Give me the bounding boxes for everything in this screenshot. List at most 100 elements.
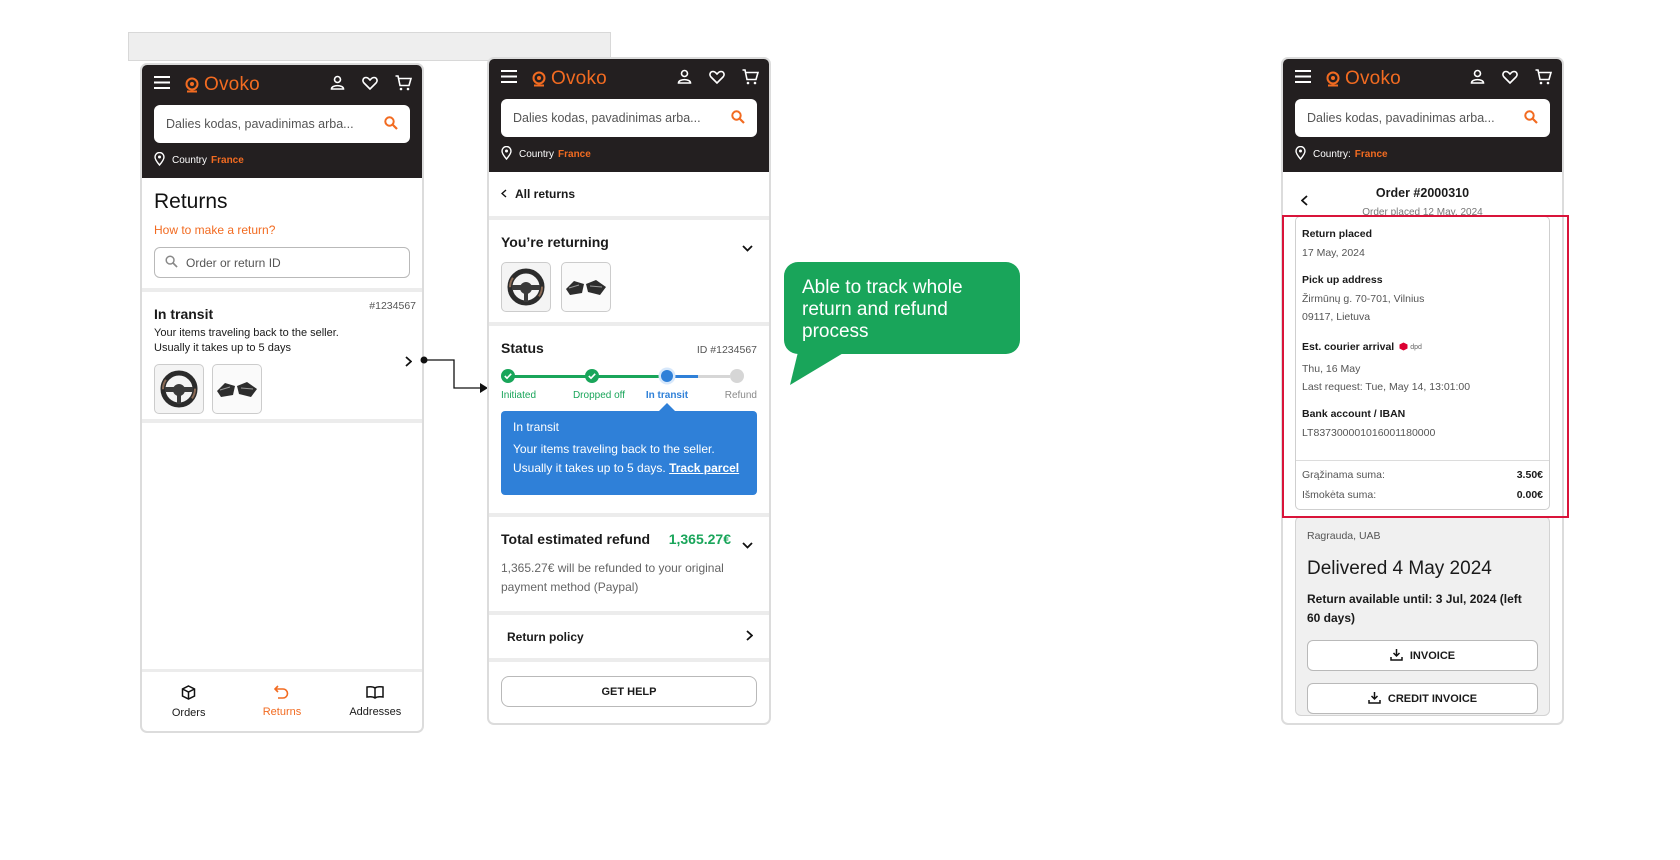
divider [142, 419, 422, 423]
box-icon [181, 684, 196, 703]
order-title: Order #2000310 [1375, 186, 1470, 200]
cart-icon[interactable] [1535, 68, 1553, 90]
ovoko-logo-icon [1326, 71, 1340, 87]
account-icon[interactable] [1470, 69, 1485, 89]
return-card[interactable]: In transit #1234567 Your items traveling… [142, 292, 422, 419]
info-box-pointer [659, 403, 675, 411]
search-input[interactable]: Dalies kodas, pavadinimas arba... [501, 99, 757, 137]
app-header: Ovoko Dalies kodas, pavadinimas arba... … [1283, 59, 1562, 172]
chevron-right-icon [746, 629, 754, 644]
country-value: France [1354, 149, 1388, 160]
search-icon[interactable] [384, 115, 398, 133]
delivery-card: Ragrauda, UAB Delivered 4 May 2024 Retur… [1295, 516, 1550, 716]
credit-invoice-button[interactable]: CREDIT INVOICE [1307, 683, 1538, 714]
status-stepper: Initiated Dropped off In transit Refund [501, 367, 757, 405]
highlight-box [1282, 215, 1569, 518]
callout-text: Able to track whole return and refund pr… [802, 277, 963, 342]
country-selector[interactable]: Country: France [1283, 137, 1562, 172]
invoice-label: INVOICE [1409, 649, 1456, 662]
cart-icon[interactable] [395, 74, 413, 96]
step-line [698, 375, 730, 378]
chevron-down-icon[interactable] [742, 536, 753, 554]
return-policy-label: Return policy [507, 629, 584, 644]
ovoko-logo[interactable]: Ovoko [1325, 68, 1401, 90]
returning-section: You’re returning [489, 220, 769, 322]
search-icon[interactable] [1524, 109, 1538, 127]
location-pin-icon [501, 145, 512, 163]
nav-addresses-label: Addresses [349, 706, 402, 718]
returning-title: You’re returning [501, 234, 609, 250]
country-selector[interactable]: Country France [489, 137, 769, 172]
nav-orders-label: Orders [171, 706, 206, 719]
credit-invoice-label: CREDIT INVOICE [1387, 692, 1478, 705]
nav-returns[interactable]: Returns [235, 672, 328, 731]
app-header: Ovoko Dalies kodas, pavadinimas arba... … [489, 59, 769, 172]
back-to-returns[interactable]: All returns [489, 172, 769, 216]
book-icon [366, 685, 385, 702]
parts-thumbnail [561, 262, 611, 312]
return-policy-row[interactable]: Return policy [489, 615, 769, 658]
return-arrow-icon [274, 685, 289, 702]
location-pin-icon [154, 151, 165, 169]
search-icon[interactable] [731, 109, 745, 127]
chevron-left-icon[interactable] [1300, 193, 1308, 211]
download-icon [1390, 648, 1403, 664]
chevron-down-icon[interactable] [742, 239, 753, 257]
get-help-label: GET HELP [601, 685, 657, 698]
invoice-button[interactable]: INVOICE [1307, 640, 1538, 671]
menu-icon[interactable] [501, 70, 517, 88]
refund-note: 1,365.27€ will be refunded to your origi… [501, 561, 724, 594]
step-done-check-icon [585, 369, 599, 388]
chevron-left-icon [500, 187, 507, 201]
step-line [592, 375, 660, 378]
heart-icon[interactable] [1502, 70, 1518, 89]
app-header: Ovoko Dalies kodas, pavadinimas arba... … [142, 65, 422, 178]
heart-icon[interactable] [362, 76, 378, 95]
refund-amount: 1,365.27€ [668, 531, 731, 547]
account-icon[interactable] [677, 69, 692, 89]
brand-name: Ovoko [551, 68, 607, 89]
step-label-initiated: Initiated [501, 390, 537, 401]
return-available-text: Return available until: 3 Jul, 2024 (lef… [1307, 592, 1522, 625]
return-search-placeholder: Order or return ID [186, 255, 281, 270]
search-icon [165, 254, 178, 271]
country-value: France [558, 149, 591, 160]
page-title: Returns [154, 190, 228, 213]
step-line [508, 375, 592, 378]
how-to-return-link[interactable]: How to make a return? [154, 223, 410, 237]
seller-name: Ragrauda, UAB [1307, 530, 1381, 542]
track-parcel-link[interactable]: Track parcel [669, 461, 739, 475]
nav-addresses[interactable]: Addresses [329, 672, 422, 731]
refund-section: Total estimated refund 1,365.27€ 1,365.2… [489, 517, 769, 611]
return-detail-screen: Ovoko Dalies kodas, pavadinimas arba... … [487, 57, 771, 725]
nav-orders[interactable]: Orders [142, 672, 235, 731]
location-pin-icon [1295, 145, 1306, 163]
search-input[interactable]: Dalies kodas, pavadinimas arba... [1295, 99, 1550, 137]
country-selector[interactable]: Country France [142, 143, 422, 178]
return-id: #1234567 [369, 300, 416, 312]
search-placeholder: Dalies kodas, pavadinimas arba... [166, 117, 354, 131]
chevron-right-icon[interactable] [405, 354, 413, 372]
step-current-dot-icon [658, 367, 676, 390]
delivered-title: Delivered 4 May 2024 [1307, 558, 1492, 579]
country-label: Country [519, 149, 555, 160]
search-input[interactable]: Dalies kodas, pavadinimas arba... [154, 105, 410, 143]
cart-icon[interactable] [742, 68, 760, 90]
nav-returns-label: Returns [262, 706, 302, 718]
ovoko-logo[interactable]: Ovoko [531, 68, 607, 90]
heart-icon[interactable] [709, 70, 725, 89]
status-info-box: In transit Your items traveling back to … [501, 403, 757, 495]
returns-list-screen: Ovoko Dalies kodas, pavadinimas arba... … [140, 63, 424, 733]
get-help-button[interactable]: GET HELP [501, 676, 757, 707]
steering-wheel-thumbnail [154, 364, 204, 414]
menu-icon[interactable] [154, 76, 170, 94]
ovoko-logo[interactable]: Ovoko [184, 74, 260, 96]
return-search-input[interactable]: Order or return ID [154, 247, 410, 278]
country-value: France [211, 155, 244, 166]
status-section: Status ID #1234567 Initiated Dropped off… [489, 326, 769, 513]
menu-icon[interactable] [1295, 70, 1311, 88]
account-icon[interactable] [330, 75, 345, 95]
divider [489, 658, 769, 662]
brand-name: Ovoko [1345, 68, 1401, 89]
steering-wheel-thumbnail [501, 262, 551, 312]
